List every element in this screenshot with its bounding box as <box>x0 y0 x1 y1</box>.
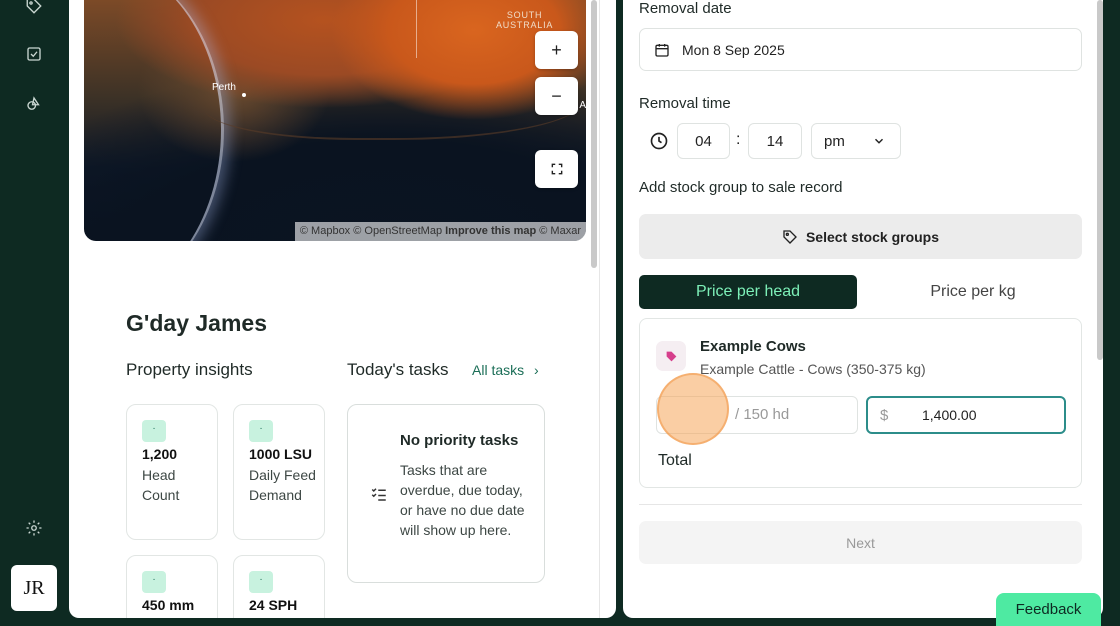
removal-date-field[interactable]: Mon 8 Sep 2025 <box>639 28 1082 71</box>
total-label: Total <box>658 452 692 469</box>
all-tasks-link[interactable]: All tasks › <box>472 362 539 378</box>
globe-edge <box>84 0 224 241</box>
zoom-out-button[interactable]: − <box>535 77 578 115</box>
insight-badge: · <box>142 420 166 442</box>
touch-indicator <box>657 373 729 445</box>
tab-price-per-kg[interactable]: Price per kg <box>863 275 1083 309</box>
removal-date-value: Mon 8 Sep 2025 <box>682 41 785 58</box>
insight-label: Head Count <box>142 467 180 503</box>
greeting-title: G'day James <box>126 310 267 336</box>
currency-symbol: $ <box>880 406 889 424</box>
no-tasks-title: No priority tasks <box>400 432 519 449</box>
chevron-right-icon: › <box>534 362 539 378</box>
attribution-suffix: © Maxar <box>539 225 581 237</box>
hour-input[interactable]: 04 <box>677 123 730 159</box>
group-name: Example Cows <box>700 338 806 355</box>
map-city-label: Perth <box>212 82 236 93</box>
next-button[interactable]: Next <box>639 521 1082 564</box>
nav-rail: JR <box>0 0 68 626</box>
ampm-value: pm <box>824 132 845 150</box>
avatar[interactable]: JR <box>11 565 57 611</box>
tab-price-per-head[interactable]: Price per head <box>639 275 857 309</box>
ampm-select[interactable]: pm <box>811 123 901 159</box>
sale-form-panel: Removal date Mon 8 Sep 2025 Removal time… <box>623 0 1103 618</box>
chevron-down-icon <box>874 138 884 144</box>
insight-label: Daily Feed Demand <box>249 467 316 503</box>
map-region-label: SOUTH AUSTRALIA <box>496 10 554 30</box>
zoom-in-button[interactable]: + <box>535 31 578 69</box>
insight-value: 1,200 <box>142 446 178 462</box>
price-input[interactable]: $ 1,400.00 <box>866 396 1066 434</box>
insight-badge: · <box>249 571 273 593</box>
insight-value: 1000 LSU <box>249 446 313 462</box>
map-attribution: © Mapbox © OpenStreetMap Improve this ma… <box>294 222 586 241</box>
no-tasks-card: No priority tasks Tasks that are overdue… <box>347 404 545 583</box>
checkbox-icon[interactable] <box>22 42 46 66</box>
insight-badge: · <box>249 420 273 442</box>
group-tag-badge <box>656 341 686 371</box>
tag-icon[interactable] <box>22 0 46 18</box>
form-scrollbar[interactable] <box>1097 0 1103 360</box>
insight-card-sph[interactable]: · 24 SPH <box>233 555 325 618</box>
insight-value: 24 SPH <box>249 597 298 613</box>
property-map[interactable]: SOUTH AUSTRALIA Perth A + − © Mapbox © O… <box>84 0 586 241</box>
tag-icon <box>666 351 676 361</box>
removal-date-label: Removal date <box>639 0 732 17</box>
insight-badge: · <box>142 571 166 593</box>
dashboard-panel: SOUTH AUSTRALIA Perth A + − © Mapbox © O… <box>69 0 616 618</box>
tasks-title: Today's tasks <box>347 360 449 379</box>
minute-input[interactable]: 14 <box>748 123 802 159</box>
insight-card-rainfall[interactable]: · 450 mm <box>126 555 218 618</box>
map-city-dot <box>242 93 246 97</box>
improve-map-link[interactable]: Improve this map <box>445 225 536 237</box>
map-edge-label: A <box>579 100 586 111</box>
price-value: 1,400.00 <box>922 407 977 423</box>
tag-icon <box>783 229 797 244</box>
group-subtitle: Example Cattle - Cows (350-375 kg) <box>700 361 926 377</box>
calendar-icon <box>655 43 669 57</box>
add-group-label: Add stock group to sale record <box>639 179 843 196</box>
no-tasks-description: Tasks that are overdue, due today, or ha… <box>400 462 525 538</box>
fullscreen-button[interactable] <box>535 150 578 188</box>
expand-icon <box>551 163 562 175</box>
removal-time-label: Removal time <box>639 95 731 112</box>
panel-divider <box>599 0 600 618</box>
state-border <box>416 0 417 58</box>
feedback-button[interactable]: Feedback <box>996 593 1101 626</box>
select-stock-groups-button[interactable]: Select stock groups <box>639 214 1082 259</box>
attribution-prefix: © Mapbox © OpenStreetMap <box>299 225 443 237</box>
checklist-icon <box>371 488 386 501</box>
dashboard-scrollbar[interactable] <box>591 0 597 268</box>
select-groups-label: Select stock groups <box>805 228 940 245</box>
insight-card-head-count[interactable]: · 1,200 Head Count <box>126 404 218 540</box>
form-divider <box>639 504 1082 505</box>
coastline <box>204 60 584 140</box>
clock-icon <box>650 132 668 150</box>
time-separator: : <box>736 131 741 148</box>
insight-card-feed-demand[interactable]: · 1000 LSU Daily Feed Demand <box>233 404 325 540</box>
insights-title: Property insights <box>126 360 253 379</box>
insight-value: 450 mm <box>142 597 195 613</box>
all-tasks-label: All tasks <box>472 362 525 378</box>
shapes-icon[interactable] <box>22 92 46 116</box>
settings-icon[interactable] <box>22 516 46 540</box>
